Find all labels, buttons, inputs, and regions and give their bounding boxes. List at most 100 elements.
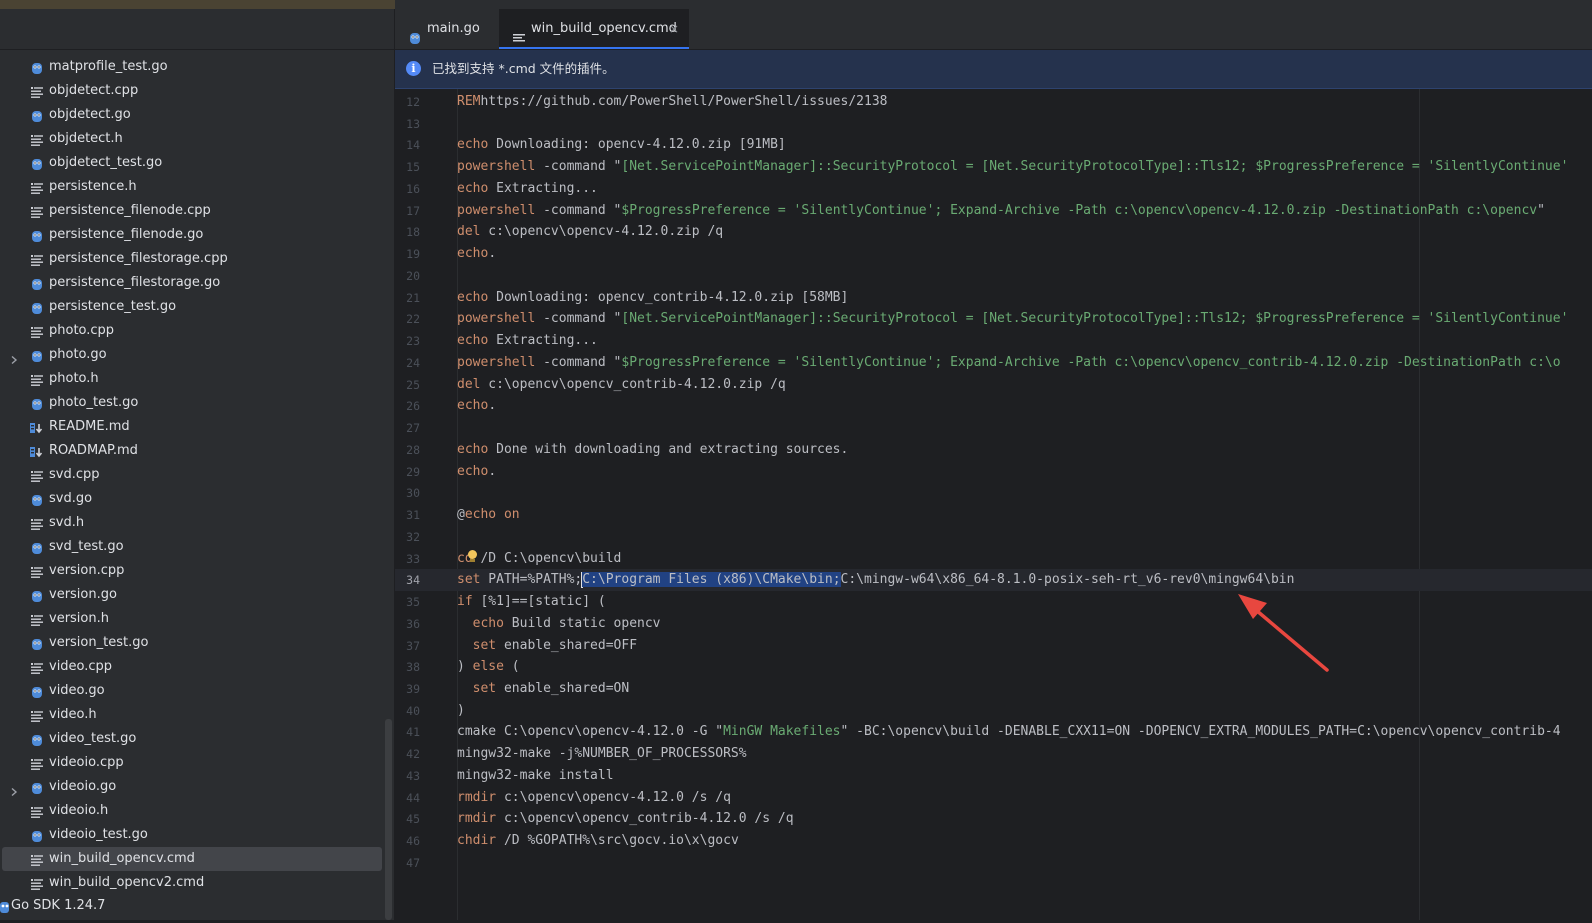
code-line[interactable]: 41 cmake C:\opencv\opencv-4.12.0 -G "MinG…	[395, 721, 1592, 743]
code-line[interactable]: 29 echo.	[395, 461, 1592, 483]
tree-file-item[interactable]: objdetect.h	[0, 127, 395, 151]
tree-file-item[interactable]: persistence_filestorage.go	[0, 271, 395, 295]
code-line[interactable]: 22 powershell -command "[Net.ServicePoint…	[395, 308, 1592, 330]
code-line[interactable]: 25 del c:\opencv\opencv_contrib-4.12.0.zi…	[395, 374, 1592, 396]
tree-file-name: matprofile_test.go	[49, 59, 168, 74]
code-editor[interactable]: 12 REMhttps://github.com/PowerShell/Power…	[395, 89, 1592, 920]
tree-file-item[interactable]: videoio.go	[0, 775, 395, 799]
code-line[interactable]: 39 set enable_shared=ON	[395, 678, 1592, 700]
tree-file-item[interactable]: svd_test.go	[0, 535, 395, 559]
code-line[interactable]: 47	[395, 852, 1592, 874]
chevron-right-icon[interactable]	[9, 782, 19, 797]
code-line[interactable]: 34 set PATH=%PATH%;C:\Program Files (x86)…	[395, 569, 1592, 592]
tree-file-item[interactable]: persistence_test.go	[0, 295, 395, 319]
tree-file-item[interactable]: photo.go	[0, 343, 395, 367]
code-line[interactable]: 35 if [%1]==[static] (	[395, 591, 1592, 613]
tree-file-item[interactable]: version.h	[0, 607, 395, 631]
window-top-accent	[0, 0, 395, 9]
code-token: /D C:\opencv\build	[472, 550, 622, 566]
tree-file-item[interactable]: version.go	[0, 583, 395, 607]
code-line[interactable]: 31 @echo on	[395, 504, 1592, 526]
code-line[interactable]: 38) else (	[395, 656, 1592, 678]
tree-file-item[interactable]: photo.h	[0, 367, 395, 391]
code-line[interactable]: 21 echo Downloading: opencv_contrib-4.12.…	[395, 287, 1592, 309]
code-line[interactable]: 42 mingw32-make -j%NUMBER_OF_PROCESSORS%	[395, 743, 1592, 765]
code-line[interactable]: 16 echo Extracting...	[395, 178, 1592, 200]
code-keyword: echo	[457, 246, 489, 262]
code-line[interactable]: 30	[395, 482, 1592, 504]
tree-file-item[interactable]: version_test.go	[0, 631, 395, 655]
tree-file-item[interactable]: video.cpp	[0, 655, 395, 679]
tab-main-go[interactable]: main.go	[395, 9, 498, 49]
tree-file-item[interactable]: video.h	[0, 703, 395, 727]
code-line[interactable]: 13	[395, 113, 1592, 135]
code-line[interactable]: 33 cd /D C:\opencv\build	[395, 548, 1592, 570]
tree-file-item[interactable]: version.cpp	[0, 559, 395, 583]
tree-file-item[interactable]: persistence_filenode.go	[0, 223, 395, 247]
code-keyword: powershell	[457, 311, 536, 327]
tree-file-item[interactable]: README.md	[0, 415, 395, 439]
code-line[interactable]: 14 echo Downloading: opencv-4.12.0.zip [9…	[395, 134, 1592, 156]
tree-file-item[interactable]: videoio.cpp	[0, 751, 395, 775]
lightbulb-icon[interactable]	[468, 549, 477, 559]
tree-file-item[interactable]: ROADMAP.md	[0, 439, 395, 463]
code-text: echo Build static opencv	[457, 613, 661, 635]
tree-file-item[interactable]: svd.h	[0, 511, 395, 535]
tree-file-item[interactable]: objdetect.go	[0, 103, 395, 127]
tree-file-item[interactable]: win_build_opencv.cmd	[0, 847, 395, 871]
code-line[interactable]: 24 powershell -command "$ProgressPreferen…	[395, 352, 1592, 374]
text-file-icon	[512, 22, 526, 42]
tree-file-item[interactable]: video.go	[0, 679, 395, 703]
tree-file-item[interactable]: persistence.h	[0, 175, 395, 199]
code-line[interactable]: 19 echo.	[395, 243, 1592, 265]
tree-file-item[interactable]: video_test.go	[0, 727, 395, 751]
tree-file-name: persistence.h	[49, 179, 137, 194]
code-line[interactable]: 15 powershell -command "[Net.ServicePoint…	[395, 156, 1592, 178]
markdown-file-icon	[30, 420, 44, 434]
code-line[interactable]: 17 powershell -command "$ProgressPreferen…	[395, 200, 1592, 222]
tree-file-name: persistence_test.go	[49, 299, 177, 314]
code-keyword: else	[472, 659, 504, 675]
go-sdk-node[interactable]: Go SDK 1.24.7	[0, 894, 395, 918]
tree-file-item[interactable]: objdetect.cpp	[0, 79, 395, 103]
code-token: @	[457, 507, 465, 523]
code-text: echo Downloading: opencv_contrib-4.12.0.…	[457, 287, 848, 309]
tree-file-item[interactable]: videoio_test.go	[0, 823, 395, 847]
tree-file-item[interactable]: persistence_filestorage.cpp	[0, 247, 395, 271]
code-line[interactable]: 23 echo Extracting...	[395, 330, 1592, 352]
code-line[interactable]: 40)	[395, 700, 1592, 722]
tree-file-item[interactable]: photo_test.go	[0, 391, 395, 415]
code-line[interactable]: 32	[395, 526, 1592, 548]
code-line[interactable]: 44 rmdir c:\opencv\opencv-4.12.0 /s /q	[395, 787, 1592, 809]
code-line[interactable]: 26 echo.	[395, 395, 1592, 417]
code-line[interactable]: 45 rmdir c:\opencv\opencv_contrib-4.12.0 …	[395, 808, 1592, 830]
tree-file-item[interactable]: svd.cpp	[0, 463, 395, 487]
code-keyword: powershell	[457, 159, 536, 175]
code-line[interactable]: 37 set enable_shared=OFF	[395, 635, 1592, 657]
tree-file-item[interactable]: objdetect_test.go	[0, 151, 395, 175]
code-token: Build static opencv	[503, 615, 661, 631]
tree-file-item[interactable]: videoio.h	[0, 799, 395, 823]
tree-file-name: video.cpp	[49, 659, 113, 674]
tree-file-item[interactable]: matprofile_test.go	[0, 55, 395, 79]
code-line[interactable]: 12 REMhttps://github.com/PowerShell/Power…	[395, 91, 1592, 113]
tree-file-item[interactable]: svd.go	[0, 487, 395, 511]
code-line[interactable]: 46 chdir /D %GOPATH%\src\gocv.io\x\gocv	[395, 830, 1592, 852]
code-line[interactable]: 18 del c:\opencv\opencv-4.12.0.zip /q	[395, 221, 1592, 243]
code-line[interactable]: 28 echo Done with downloading and extract…	[395, 439, 1592, 461]
tree-file-item[interactable]: photo.cpp	[0, 319, 395, 343]
tree-file-item[interactable]: persistence_filenode.cpp	[0, 199, 395, 223]
sidebar-scrollbar[interactable]	[385, 719, 392, 920]
code-token: [%1]==[static] (	[472, 594, 606, 610]
code-line[interactable]: 36 echo Build static opencv	[395, 613, 1592, 635]
tree-file-name: photo.cpp	[49, 323, 115, 338]
tab-win-build-opencv-cmd[interactable]: win_build_opencv.cmd ×	[499, 9, 689, 49]
chevron-right-icon[interactable]	[9, 350, 19, 365]
tree-file-item[interactable]: win_build_opencv2.cmd	[0, 871, 395, 895]
code-line[interactable]: 43 mingw32-make install	[395, 765, 1592, 787]
go-file-icon	[30, 276, 44, 290]
close-tab-icon[interactable]: ×	[669, 9, 679, 49]
code-line[interactable]: 20	[395, 265, 1592, 287]
code-line[interactable]: 27	[395, 417, 1592, 439]
